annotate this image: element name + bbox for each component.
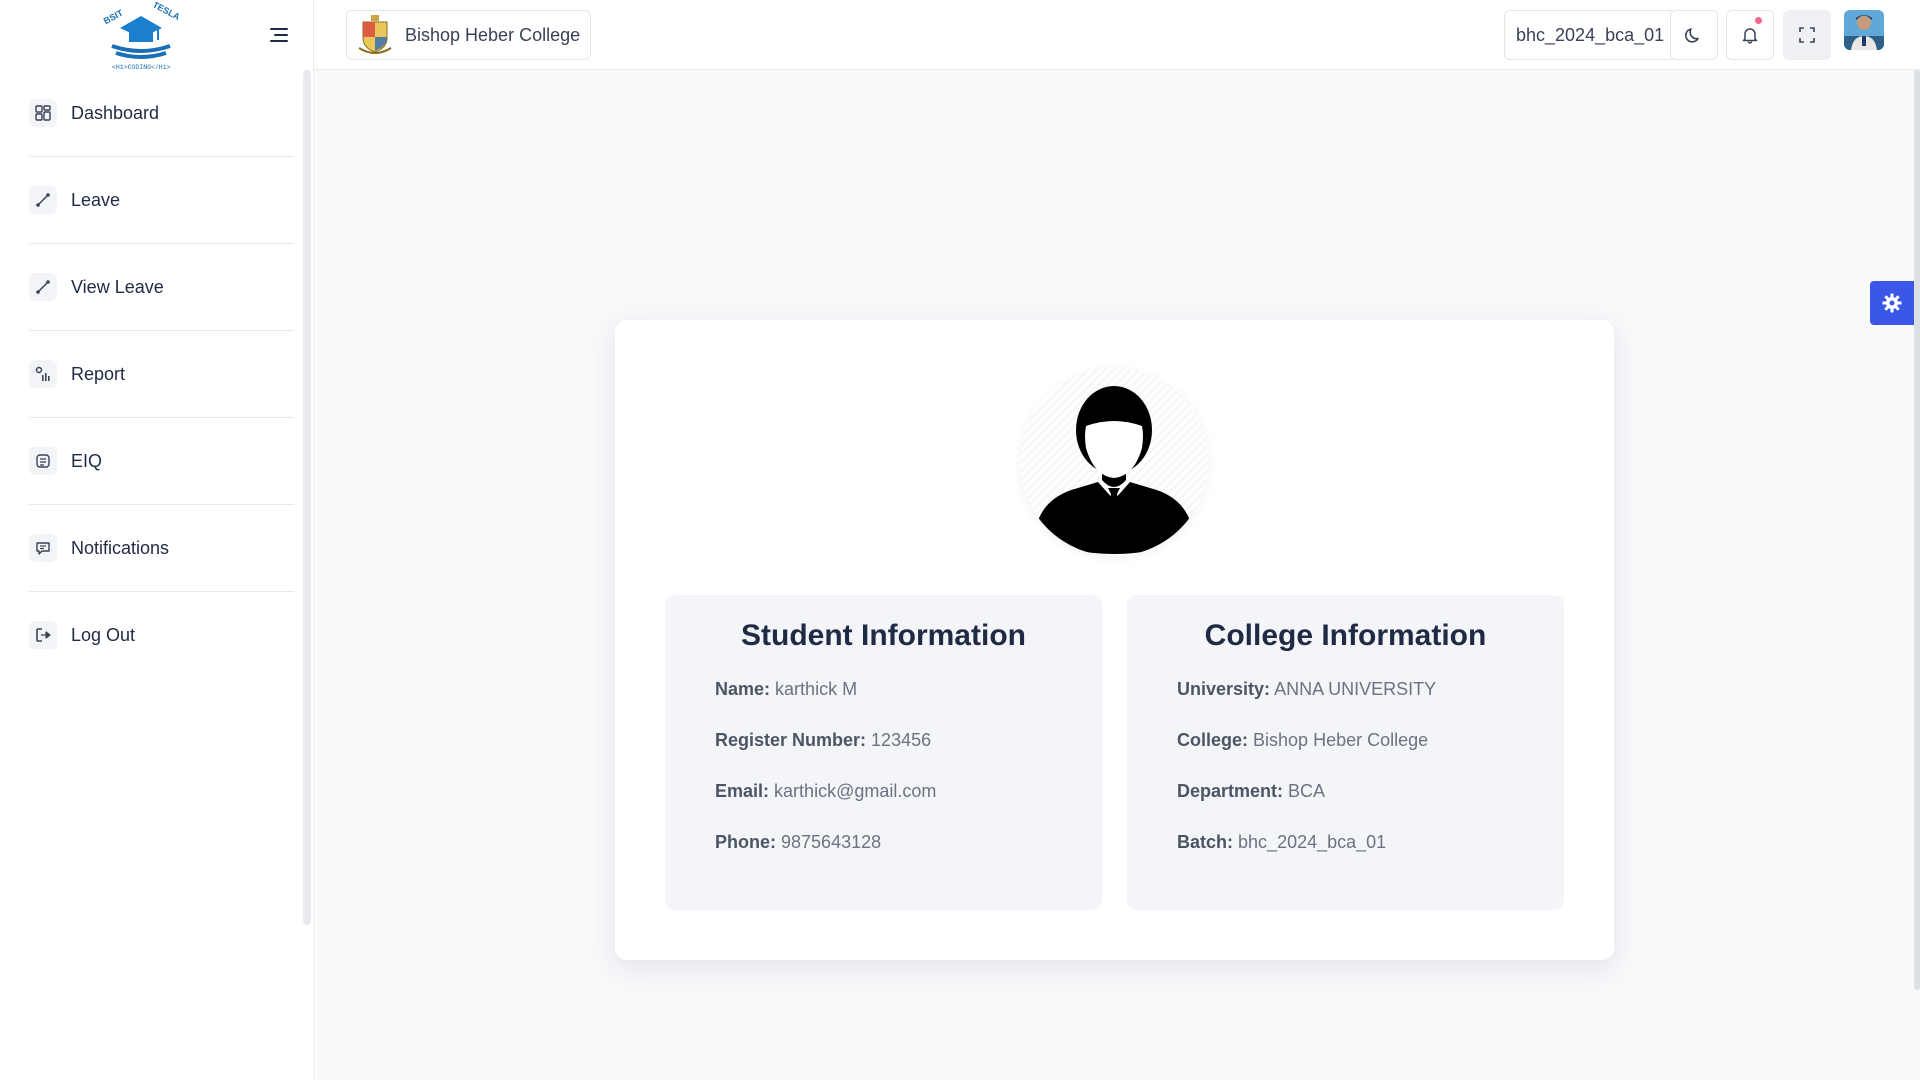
field-value: ANNA UNIVERSITY (1274, 679, 1437, 699)
field-value: BCA (1288, 781, 1326, 801)
field-value: 9875643128 (781, 832, 882, 852)
user-avatar[interactable] (1844, 10, 1884, 50)
college-name: Bishop Heber College (405, 24, 581, 45)
notifications-button[interactable] (1726, 10, 1774, 60)
field-value: Bishop Heber College (1253, 730, 1429, 750)
college-crest-icon (358, 15, 392, 54)
field-value: bhc_2024_bca_01 (1238, 832, 1387, 852)
student-email-row: Email: karthick@gmail.com (715, 781, 1102, 832)
college-information-panel: College Information University: ANNA UNI… (1127, 595, 1564, 910)
batch-selector[interactable]: bhc_2024_bca_01 (1504, 10, 1677, 60)
college-info-title: College Information (1204, 619, 1487, 652)
student-info-title: Student Information (741, 619, 1026, 652)
college-batch-row: Batch: bhc_2024_bca_01 (1177, 832, 1564, 883)
sidebar-item-label: Report (71, 363, 126, 384)
student-register-number-row: Register Number: 123456 (715, 730, 1102, 781)
field-label: Batch: (1177, 832, 1234, 852)
field-value: karthick@gmail.com (774, 781, 937, 801)
fullscreen-button[interactable] (1783, 10, 1831, 60)
profile-card: Student Information Name: karthick M Reg… (615, 320, 1614, 960)
field-label: Email: (715, 781, 770, 801)
sidebar-item-leave[interactable]: Leave (29, 157, 294, 244)
moon-icon (1685, 28, 1699, 43)
page-scrollbar[interactable] (1914, 70, 1920, 990)
gear-icon (1882, 293, 1902, 313)
sidebar-scrollbar[interactable] (303, 70, 311, 925)
field-value: 123456 (871, 730, 932, 750)
sidebar-item-label: Log Out (71, 624, 136, 645)
field-value: karthick M (775, 679, 858, 699)
sidebar: BSIT TESLA <H1>CODING</H1> Dashboard Lea… (0, 0, 314, 1080)
notification-dot (1755, 17, 1762, 24)
logout-icon (29, 621, 57, 649)
top-header: Bishop Heber College bhc_2024_bca_01 (314, 0, 1920, 70)
brand-logo[interactable]: BSIT TESLA <H1>CODING</H1> (98, 2, 184, 72)
student-information-panel: Student Information Name: karthick M Reg… (665, 595, 1102, 910)
settings-button[interactable] (1870, 281, 1914, 325)
sidebar-item-label: View Leave (71, 276, 164, 297)
menu-toggle-icon[interactable] (268, 24, 290, 46)
view-leave-icon (29, 273, 57, 301)
field-label: Name: (715, 679, 771, 699)
sidebar-item-label: Dashboard (71, 102, 160, 123)
sidebar-item-dashboard[interactable]: Dashboard (29, 70, 294, 157)
fullscreen-icon (1799, 27, 1815, 43)
college-department-row: Department: BCA (1177, 781, 1564, 832)
student-name-row: Name: karthick M (715, 679, 1102, 730)
eiq-icon (29, 447, 57, 475)
sidebar-item-eiq[interactable]: EIQ (29, 418, 294, 505)
sidebar-item-logout[interactable]: Log Out (29, 592, 294, 678)
field-label: Phone: (715, 832, 776, 852)
bell-icon (1742, 28, 1758, 44)
sidebar-nav: Dashboard Leave View Leave Report EIQ No… (29, 70, 294, 678)
field-label: College: (1177, 730, 1249, 750)
svg-text:BSIT: BSIT (102, 7, 125, 26)
leave-icon (29, 186, 57, 214)
field-label: Department: (1177, 781, 1284, 801)
field-label: University: (1177, 679, 1271, 699)
field-label: Register Number: (715, 730, 867, 750)
logo-area: BSIT TESLA <H1>CODING</H1> (0, 0, 313, 72)
sidebar-item-notifications[interactable]: Notifications (29, 505, 294, 592)
sidebar-item-view-leave[interactable]: View Leave (29, 244, 294, 331)
sidebar-item-report[interactable]: Report (29, 331, 294, 418)
college-name-row: College: Bishop Heber College (1177, 730, 1564, 781)
avatar-photo-icon (1844, 10, 1884, 50)
sidebar-item-label: Leave (71, 189, 121, 210)
profile-photo (1020, 368, 1208, 556)
college-selector[interactable]: Bishop Heber College (346, 10, 592, 60)
chat-icon (29, 534, 57, 562)
report-icon (29, 360, 57, 388)
svg-text:TESLA: TESLA (151, 2, 182, 22)
dashboard-grid-icon (29, 99, 57, 127)
user-silhouette-icon (1034, 386, 1194, 554)
sidebar-item-label: EIQ (71, 450, 103, 471)
sidebar-item-label: Notifications (71, 537, 170, 558)
student-phone-row: Phone: 9875643128 (715, 832, 1102, 883)
theme-toggle-button[interactable] (1670, 10, 1718, 60)
college-university-row: University: ANNA UNIVERSITY (1177, 679, 1564, 730)
